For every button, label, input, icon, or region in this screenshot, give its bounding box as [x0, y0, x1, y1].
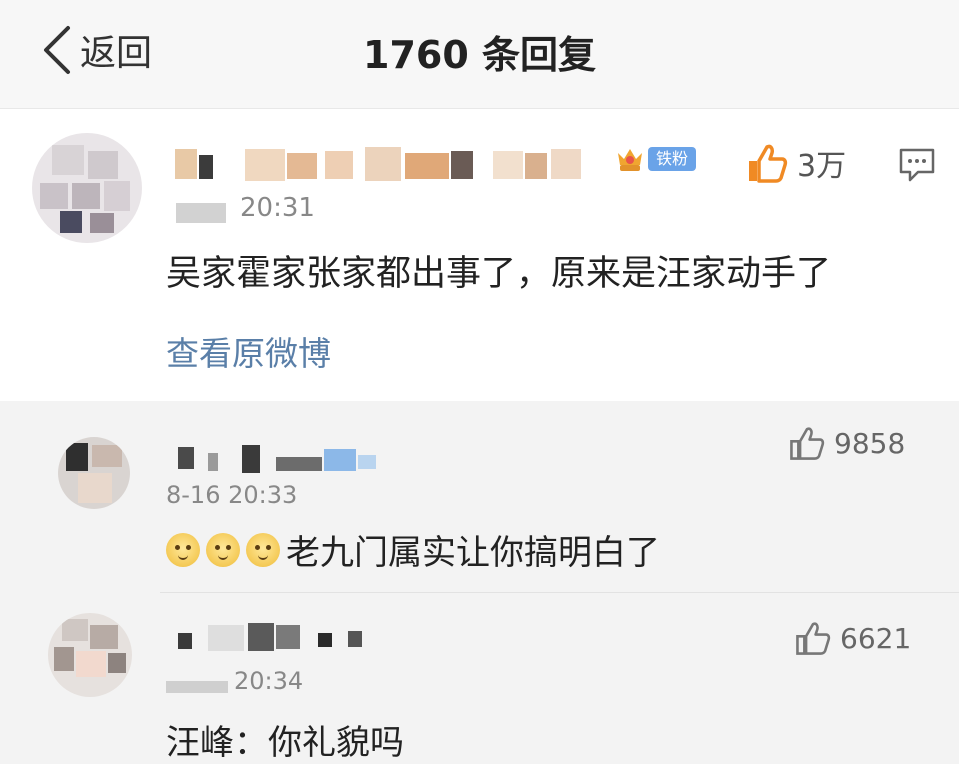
top-nav-bar: 返回 1760 条回复 [0, 0, 959, 109]
reply-text: 老九门属实让你搞明白了 [286, 533, 660, 573]
reply-time: 20:34 [234, 667, 304, 695]
comment-time: 20:31 [240, 193, 315, 223]
fan-badge: 铁粉 [614, 143, 697, 175]
doge-icon [166, 532, 200, 567]
badge-label: 铁粉 [648, 147, 697, 171]
divider [160, 592, 959, 593]
username-mosaic[interactable] [178, 619, 388, 655]
thumbs-up-icon [790, 427, 825, 460]
like-button[interactable]: 3万 [745, 141, 846, 185]
like-button[interactable]: 9858 [788, 424, 905, 462]
reply-text: 汪峰：你礼貌吗 [166, 723, 404, 763]
avatar[interactable] [32, 133, 142, 243]
crown-heart-icon [618, 149, 642, 171]
reply-text-row: 老九门属实让你搞明白了 [166, 525, 660, 574]
like-button[interactable]: 6621 [794, 619, 911, 657]
doge-icon [206, 532, 240, 567]
username-mosaic[interactable] [178, 441, 398, 475]
reply-time: 8-16 20:33 [166, 481, 298, 509]
like-count: 6621 [840, 621, 912, 655]
like-count: 9858 [834, 426, 906, 460]
thumbs-up-icon [796, 622, 831, 655]
time-prefix-mosaic [166, 681, 228, 693]
time-prefix-mosaic [176, 203, 226, 223]
main-comment: 铁粉 3万 20:31 吴家霍家张家都出事了，原来是汪家动手了 查看原微博 [0, 109, 959, 401]
comment-icon[interactable] [898, 147, 936, 183]
weibo-comment-detail-page: 返回 1760 条回复 铁粉 3万 20:31 吴家霍家张家都出事了，原来是汪家… [0, 0, 959, 764]
replies-list: 9858 8-16 20:33 老九门属实让你搞明白了 6621 20:34 汪… [0, 401, 959, 764]
avatar[interactable] [48, 613, 132, 697]
like-count: 3万 [797, 149, 847, 184]
comment-text: 吴家霍家张家都出事了，原来是汪家动手了 [166, 254, 832, 294]
page-title: 1760 条回复 [363, 33, 596, 77]
doge-icon [246, 532, 280, 567]
view-original-link[interactable]: 查看原微博 [166, 327, 331, 375]
thumbs-up-icon [749, 144, 788, 183]
avatar[interactable] [58, 437, 130, 509]
username-mosaic[interactable] [175, 145, 615, 185]
